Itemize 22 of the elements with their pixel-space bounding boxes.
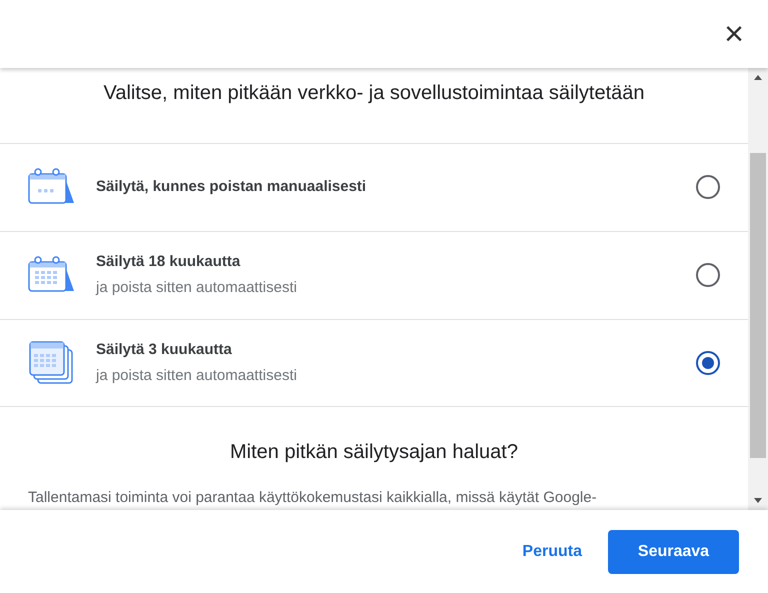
- option-label: Säilytä 18 kuukautta: [96, 252, 242, 272]
- radio-button[interactable]: [696, 263, 720, 288]
- scroll-down-arrow-icon[interactable]: [754, 498, 762, 503]
- scrollbar[interactable]: [748, 68, 768, 510]
- scroll-up-arrow-icon[interactable]: [754, 75, 762, 80]
- option-label: Säilytä 3 kuukautta: [96, 340, 233, 360]
- cancel-button[interactable]: Peruuta: [514, 530, 590, 574]
- retention-option[interactable]: Säilytä 18 kuukautta ja poista sitten automaattisesti: [0, 230, 748, 319]
- scrollbar-thumb[interactable]: [750, 153, 766, 458]
- section-heading: Miten pitkän säilytysajan haluat?: [230, 440, 518, 466]
- close-button[interactable]: ×: [720, 17, 748, 51]
- dialog-title: Valitse, miten pitkään verkko- ja sovellustoimintaa säilytetään: [104, 81, 644, 106]
- retention-option[interactable]: Säilytä 3 kuukautta ja poista sitten automaattisesti: [0, 318, 748, 406]
- option-sublabel: ja poista sitten automaattisesti: [96, 366, 298, 386]
- retention-option[interactable]: Säilytä, kunnes poistan manuaalisesti: [0, 142, 748, 231]
- radio-button[interactable]: [696, 175, 720, 200]
- paragraph: Tallentamasi toiminta voi parantaa käyttökokemustasi kaikkialla, missä käytät Google-: [28, 488, 597, 508]
- calendar-stack-icon: [29, 341, 75, 386]
- option-sublabel: ja poista sitten automaattisesti: [96, 278, 298, 298]
- option-label: Säilytä, kunnes poistan manuaalisesti: [96, 177, 368, 198]
- next-button[interactable]: Seuraava: [608, 530, 739, 574]
- radio-button[interactable]: [696, 351, 720, 376]
